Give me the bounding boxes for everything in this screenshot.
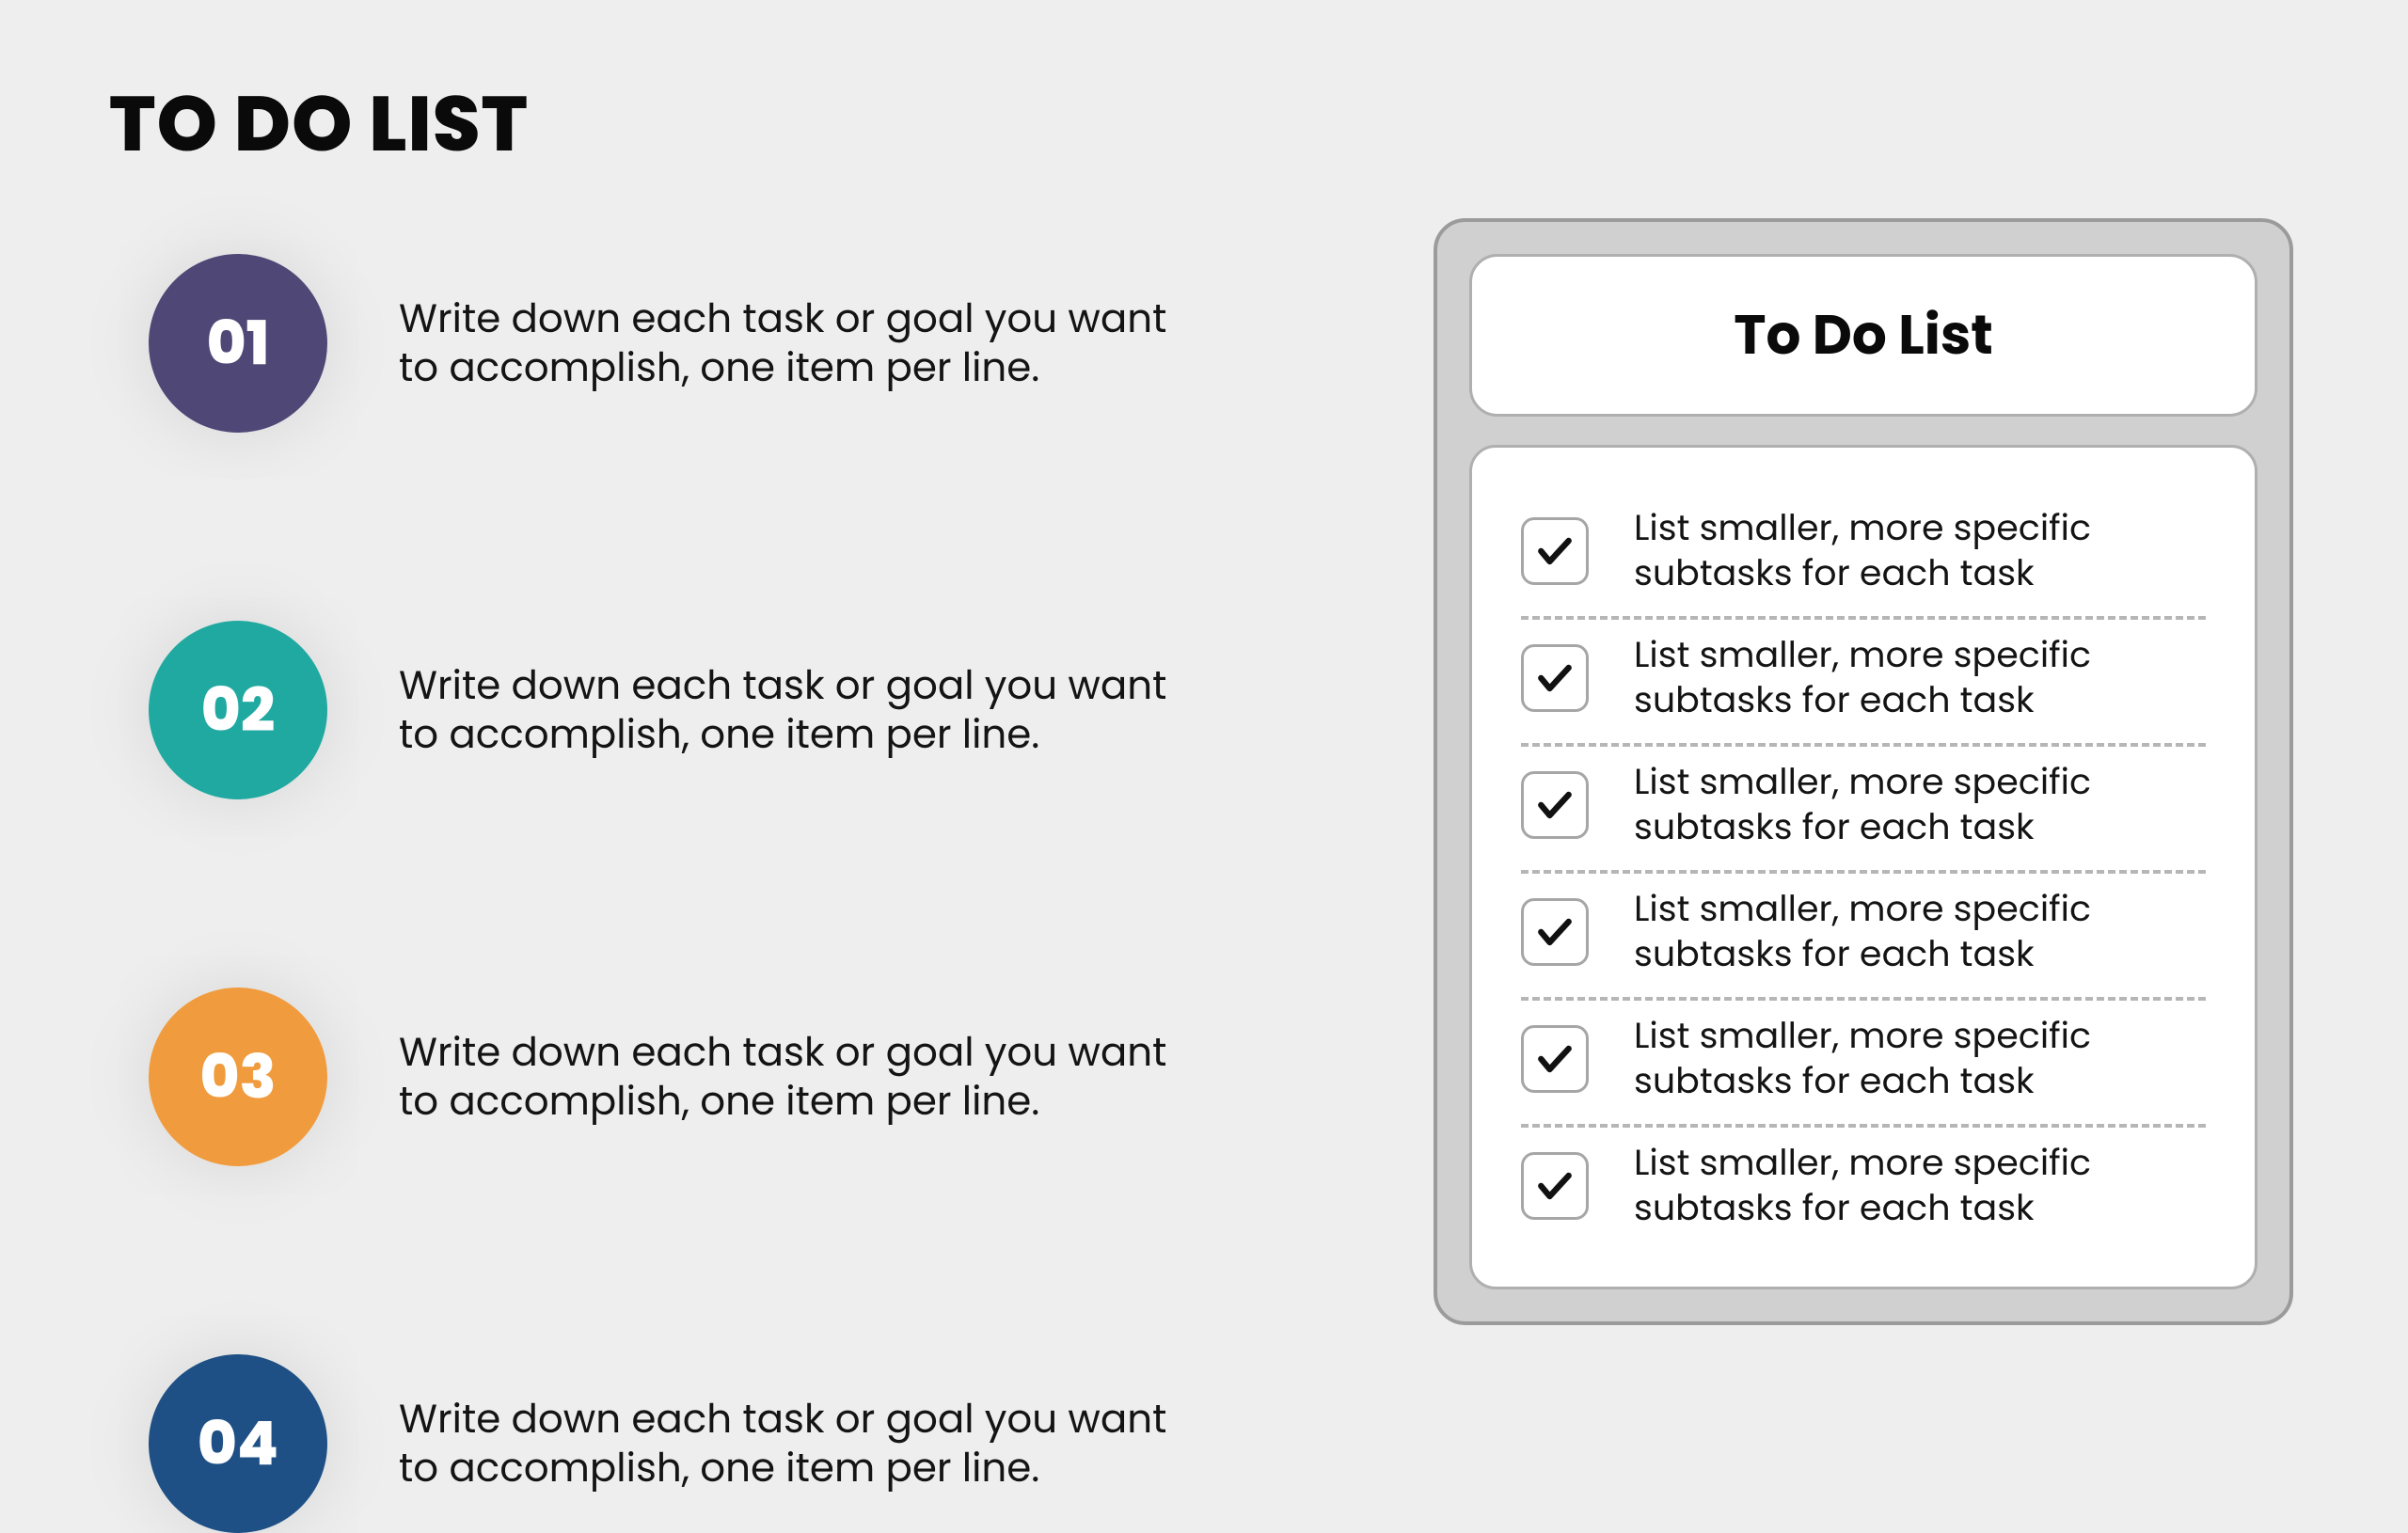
list-item: List smaller, more specific subtasks for…: [1521, 1128, 2206, 1230]
checkbox[interactable]: [1521, 771, 1589, 839]
check-icon: [1534, 657, 1576, 699]
step-badge-3: 03: [149, 988, 327, 1166]
checkbox[interactable]: [1521, 898, 1589, 966]
step-text-3: Write down each task or goal you want to…: [399, 1028, 1180, 1127]
step-text-2: Write down each task or goal you want to…: [399, 661, 1180, 760]
steps-column: 01 Write down each task or goal you want…: [149, 254, 1180, 1533]
page-title: TO DO LIST: [109, 66, 529, 182]
step-2: 02 Write down each task or goal you want…: [149, 621, 1180, 799]
checkbox[interactable]: [1521, 644, 1589, 712]
list-item-text: List smaller, more specific subtasks for…: [1634, 506, 2206, 595]
step-text-4: Write down each task or goal you want to…: [399, 1395, 1180, 1493]
list-item: List smaller, more specific subtasks for…: [1521, 874, 2206, 1001]
check-icon: [1534, 911, 1576, 953]
card-title: To Do List: [1734, 297, 1993, 373]
check-icon: [1534, 1038, 1576, 1080]
list-item-text: List smaller, more specific subtasks for…: [1634, 760, 2206, 849]
list-item: List smaller, more specific subtasks for…: [1521, 747, 2206, 874]
list-item: List smaller, more specific subtasks for…: [1521, 620, 2206, 747]
card-title-box: To Do List: [1469, 254, 2258, 417]
step-4: 04 Write down each task or goal you want…: [149, 1354, 1180, 1533]
list-item: List smaller, more specific subtasks for…: [1521, 493, 2206, 620]
list-item-text: List smaller, more specific subtasks for…: [1634, 1141, 2206, 1230]
step-text-1: Write down each task or goal you want to…: [399, 294, 1180, 393]
step-badge-1: 01: [149, 254, 327, 433]
step-badge-4: 04: [149, 1354, 327, 1533]
list-item-text: List smaller, more specific subtasks for…: [1634, 633, 2206, 722]
check-icon: [1534, 1165, 1576, 1207]
check-icon: [1534, 530, 1576, 572]
checkbox[interactable]: [1521, 517, 1589, 585]
step-3: 03 Write down each task or goal you want…: [149, 988, 1180, 1166]
card-body: List smaller, more specific subtasks for…: [1469, 445, 2258, 1289]
list-item: List smaller, more specific subtasks for…: [1521, 1001, 2206, 1128]
list-item-text: List smaller, more specific subtasks for…: [1634, 887, 2206, 976]
step-1: 01 Write down each task or goal you want…: [149, 254, 1180, 433]
step-badge-2: 02: [149, 621, 327, 799]
checkbox[interactable]: [1521, 1025, 1589, 1093]
checkbox[interactable]: [1521, 1152, 1589, 1220]
check-icon: [1534, 784, 1576, 826]
list-item-text: List smaller, more specific subtasks for…: [1634, 1014, 2206, 1103]
todo-card: To Do List List smaller, more specific s…: [1434, 218, 2293, 1325]
